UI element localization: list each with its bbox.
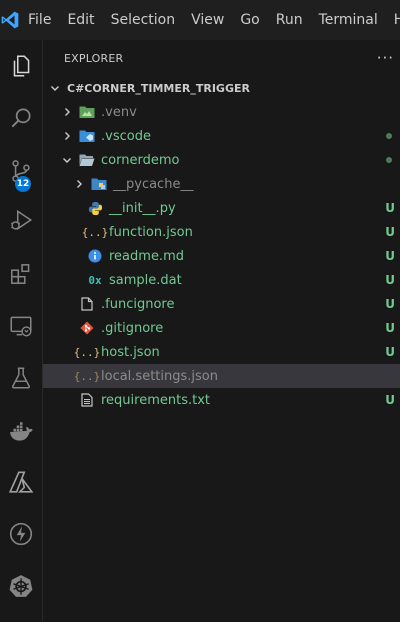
tree-item-label: local.settings.json bbox=[101, 368, 218, 384]
folder-python-icon bbox=[91, 176, 107, 192]
tree-item-label: __pycache__ bbox=[113, 176, 194, 192]
tree-item-label: sample.dat bbox=[109, 272, 182, 288]
vscode-logo-icon bbox=[0, 0, 20, 40]
chevron-down-icon bbox=[47, 80, 63, 96]
workspace-folder-header[interactable]: C#CORNER_TIMMER_TRIGGER bbox=[43, 76, 400, 100]
tree-item-label: __init__.py bbox=[109, 200, 176, 216]
tree-item-cornerdemo[interactable]: cornerdemo bbox=[43, 148, 400, 172]
search-icon bbox=[11, 108, 31, 128]
git-status-untracked: U bbox=[385, 273, 395, 287]
menu-terminal[interactable]: Terminal bbox=[311, 0, 386, 40]
git-status-untracked: U bbox=[385, 225, 395, 239]
git-status-untracked: U bbox=[385, 345, 395, 359]
search-activity[interactable] bbox=[0, 98, 42, 138]
json-file-icon: {..} bbox=[81, 225, 109, 239]
chevron-right-icon bbox=[59, 104, 75, 120]
git-status-untracked: U bbox=[385, 249, 395, 263]
tree-item-funcignore[interactable]: .funcignore U bbox=[43, 292, 400, 316]
chevron-right-icon bbox=[59, 128, 75, 144]
extensions-activity[interactable] bbox=[0, 254, 42, 294]
files-icon bbox=[13, 55, 30, 77]
workspace-folder-name: C#CORNER_TIMMER_TRIGGER bbox=[67, 81, 250, 95]
activity-bar: 12 bbox=[0, 40, 43, 622]
more-actions-icon[interactable]: ··· bbox=[377, 49, 394, 67]
title-bar: File Edit Selection View Go Run Terminal… bbox=[0, 0, 400, 41]
tree-item-label: .vscode bbox=[101, 128, 151, 144]
menu-file[interactable]: File bbox=[20, 0, 59, 40]
run-debug-activity[interactable] bbox=[0, 200, 42, 240]
explorer-title: EXPLORER bbox=[64, 51, 124, 65]
explorer-header: EXPLORER ··· bbox=[43, 40, 400, 76]
chevron-right-icon bbox=[71, 176, 87, 192]
git-file-icon bbox=[79, 320, 95, 336]
lightning-icon bbox=[9, 522, 33, 546]
git-status-untracked: U bbox=[385, 393, 395, 407]
git-status-untracked: U bbox=[385, 297, 395, 311]
menu-run[interactable]: Run bbox=[268, 0, 311, 40]
info-icon bbox=[87, 248, 103, 264]
tree-item-label: .venv bbox=[101, 104, 137, 120]
explorer-panel: EXPLORER ··· C#CORNER_TIMMER_TRIGGER .ve… bbox=[43, 40, 400, 622]
json-file-icon: {..} bbox=[73, 369, 101, 383]
tree-item-label: host.json bbox=[101, 344, 160, 360]
chevron-down-icon bbox=[59, 152, 75, 168]
tree-item-sample-dat[interactable]: 0x sample.dat U bbox=[43, 268, 400, 292]
source-control-activity[interactable]: 12 bbox=[0, 151, 42, 192]
tree-item-host-json[interactable]: {..} host.json U bbox=[43, 340, 400, 364]
modified-dot-icon bbox=[386, 133, 392, 139]
modified-dot-icon bbox=[386, 157, 392, 163]
git-status-untracked: U bbox=[385, 201, 395, 215]
run-debug-icon bbox=[11, 209, 33, 231]
menu-go[interactable]: Go bbox=[232, 0, 267, 40]
git-status-untracked: U bbox=[385, 321, 395, 335]
tree-item-label: .funcignore bbox=[101, 296, 175, 312]
text-file-icon bbox=[79, 392, 95, 408]
folder-venv-icon bbox=[79, 104, 95, 120]
tree-item-function-json[interactable]: {..} function.json U bbox=[43, 220, 400, 244]
kubernetes-activity[interactable] bbox=[0, 566, 42, 606]
tree-item-label: readme.md bbox=[109, 248, 184, 264]
tree-item-gitignore[interactable]: .gitignore U bbox=[43, 316, 400, 340]
file-icon bbox=[79, 296, 95, 312]
python-file-icon bbox=[87, 200, 103, 216]
tree-item-pycache[interactable]: __pycache__ bbox=[43, 172, 400, 196]
menu-bar: File Edit Selection View Go Run Terminal… bbox=[20, 0, 400, 40]
tree-item-label: .gitignore bbox=[101, 320, 164, 336]
file-tree: .venv .vscode cornerdemo __pycache__ __i… bbox=[43, 100, 400, 412]
tree-item-label: requirements.txt bbox=[101, 392, 211, 408]
extensions-icon bbox=[11, 264, 30, 284]
testing-activity[interactable] bbox=[0, 358, 42, 398]
docker-activity[interactable] bbox=[0, 412, 42, 452]
azure-icon bbox=[8, 471, 34, 493]
menu-view[interactable]: View bbox=[183, 0, 232, 40]
json-file-icon: {..} bbox=[73, 345, 101, 359]
tree-item-label: cornerdemo bbox=[101, 152, 180, 168]
tree-item-vscode[interactable]: .vscode bbox=[43, 124, 400, 148]
azure-functions-activity[interactable] bbox=[0, 514, 42, 554]
source-control-badge: 12 bbox=[15, 176, 31, 192]
azure-activity[interactable] bbox=[0, 462, 42, 502]
tree-item-requirements-txt[interactable]: requirements.txt U bbox=[43, 388, 400, 412]
menu-selection[interactable]: Selection bbox=[103, 0, 184, 40]
remote-explorer-icon bbox=[10, 316, 32, 337]
kubernetes-icon bbox=[9, 575, 33, 597]
folder-vscode-icon bbox=[79, 128, 95, 144]
tree-item-readme-md[interactable]: readme.md U bbox=[43, 244, 400, 268]
tree-item-init-py[interactable]: __init__.py U bbox=[43, 196, 400, 220]
tree-item-venv[interactable]: .venv bbox=[43, 100, 400, 124]
explorer-activity[interactable] bbox=[0, 46, 42, 86]
tree-item-label: function.json bbox=[109, 224, 193, 240]
docker-icon bbox=[10, 422, 33, 441]
binary-file-icon: 0x bbox=[88, 273, 102, 287]
tree-item-local-settings-json[interactable]: {..} local.settings.json bbox=[43, 364, 400, 388]
menu-help[interactable]: He bbox=[386, 0, 400, 40]
remote-explorer-activity[interactable] bbox=[0, 306, 42, 346]
menu-edit[interactable]: Edit bbox=[59, 0, 102, 40]
flask-icon bbox=[11, 367, 31, 389]
folder-open-icon bbox=[79, 152, 95, 168]
